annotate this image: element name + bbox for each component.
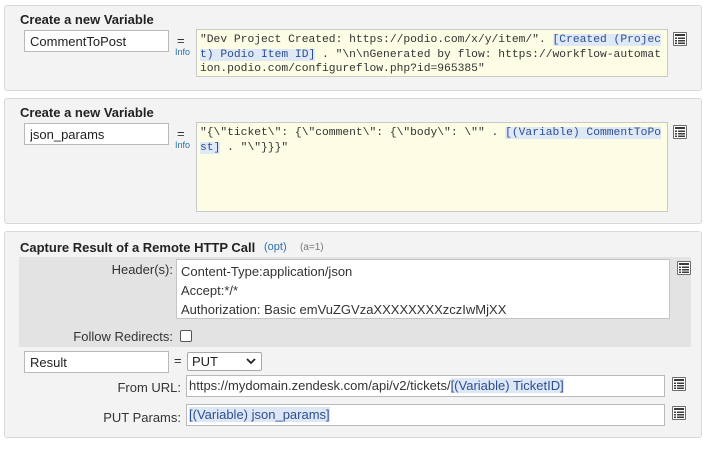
field-list-icon[interactable] [673,125,687,139]
header-line: Accept:*/* [181,283,239,298]
equals-sign: = [177,33,185,48]
variable-name-input[interactable] [24,30,169,52]
expression-text: . "\"}}}" [220,141,289,154]
put-params-input[interactable]: [(Variable) json_params] [186,404,665,426]
field-list-icon[interactable] [672,377,686,391]
url-text: https://mydomain.zendesk.com/api/v2/tick… [189,378,451,393]
headers-label: Header(s): [111,262,173,277]
field-list-icon[interactable] [673,32,687,46]
create-variable-panel-1: Create a new Variable = Info "Dev Projec… [4,5,702,91]
panel-title: Create a new Variable [20,105,154,120]
opt-link[interactable]: (opt) [264,241,287,253]
follow-redirects-checkbox[interactable] [180,330,192,342]
info-link[interactable]: Info [175,140,190,150]
field-list-icon[interactable] [672,406,686,420]
expression-text: "{\"ticket\": {\"comment\": {\"body\": \… [200,127,506,139]
token-variable-ticket-id[interactable]: [(Variable) TicketID] [450,378,564,393]
from-url-label: From URL: [117,380,181,395]
header-line: Content-Type:application/json [181,264,353,279]
panel-title: Capture Result of a Remote HTTP Call [20,240,256,255]
action-count: (a=1) [300,242,324,253]
follow-redirects-label: Follow Redirects: [73,329,173,344]
chevron-down-icon [246,358,256,365]
from-url-input[interactable]: https://mydomain.zendesk.com/api/v2/tick… [186,375,665,397]
info-link[interactable]: Info [175,47,190,57]
variable-name-input[interactable] [24,123,169,145]
panel-title: Create a new Variable [20,12,154,27]
headers-textarea[interactable]: Content-Type:application/json Accept:*/*… [176,259,670,319]
equals-sign: = [174,353,182,368]
put-params-label: PUT Params: [103,410,181,425]
expression-editor[interactable]: "Dev Project Created: https://podio.com/… [196,29,668,77]
expression-editor[interactable]: "{\"ticket\": {\"comment\": {\"body\": \… [196,122,668,212]
field-list-icon[interactable] [677,261,691,275]
header-line: Authorization: Basic emVuZGVzaXXXXXXXXzc… [181,302,507,317]
equals-sign: = [177,126,185,141]
http-method-value: PUT [192,354,218,369]
token-variable-json-params[interactable]: [(Variable) json_params] [189,407,330,422]
http-call-panel: Capture Result of a Remote HTTP Call (op… [4,231,702,438]
http-method-select[interactable]: PUT [187,352,262,371]
create-variable-panel-2: Create a new Variable = Info "{\"ticket\… [4,98,702,224]
expression-text: "Dev Project Created: https://podio.com/… [200,34,553,46]
result-name-input[interactable] [24,351,169,373]
